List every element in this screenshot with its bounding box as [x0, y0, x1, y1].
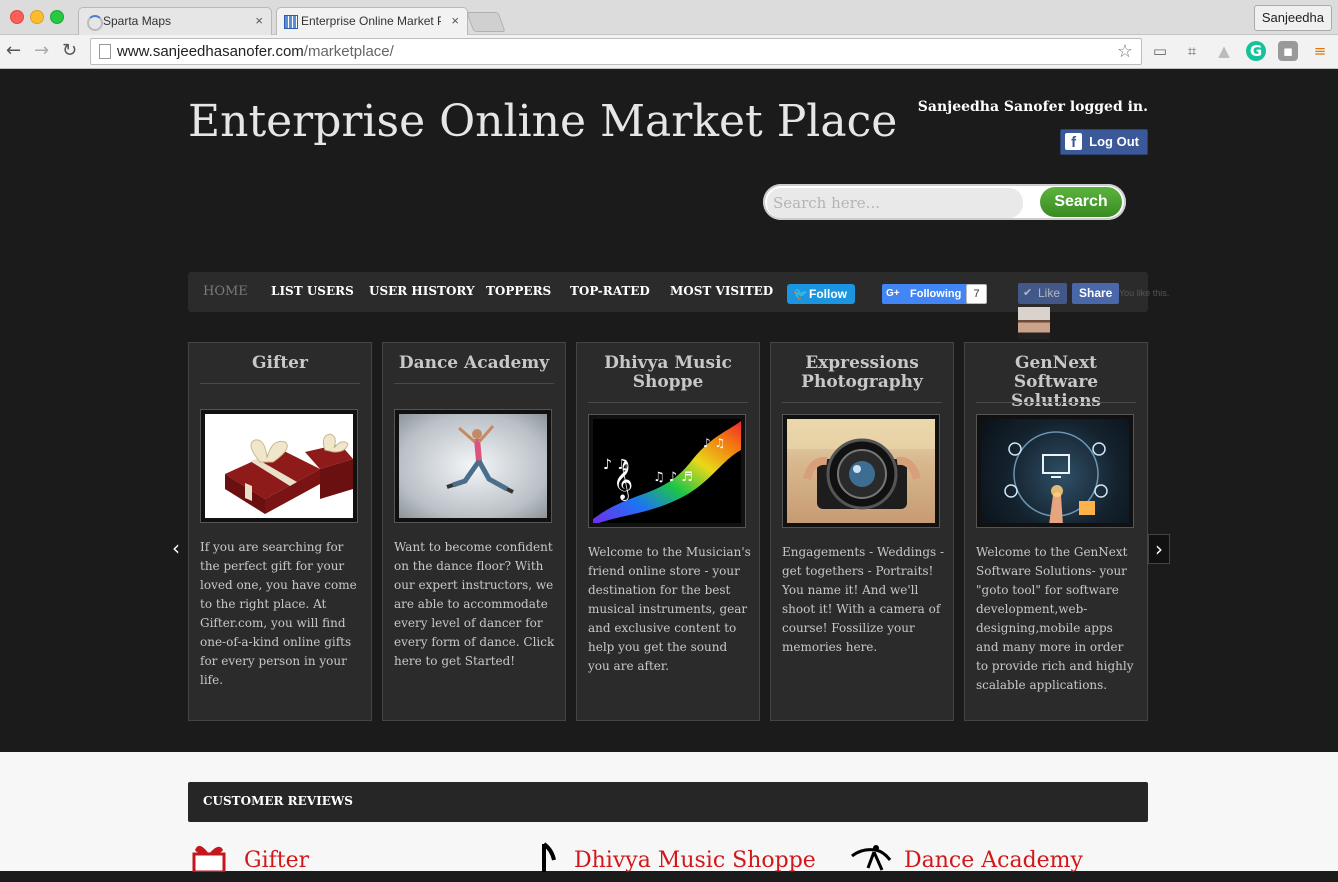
nav-top-rated[interactable]: TOP-RATED [570, 284, 650, 298]
twitter-follow-button[interactable]: 🐦 Follow [787, 284, 855, 304]
card-title[interactable]: Dhivya Music Shoppe [587, 354, 749, 392]
facebook-icon: f [1065, 133, 1083, 151]
facebook-like-button[interactable]: ✔ Like [1018, 283, 1068, 304]
maximize-window-button[interactable] [50, 10, 64, 24]
svg-text:♫ ♪ ♬: ♫ ♪ ♬ [653, 470, 693, 485]
back-arrow-icon[interactable]: ← [6, 40, 21, 61]
nav-most-visited[interactable]: MOST VISITED [670, 284, 773, 298]
close-icon[interactable]: × [451, 13, 459, 28]
card-description: Welcome to the Musician's friend online … [588, 545, 751, 673]
card-image[interactable] [394, 409, 552, 523]
forward-arrow-icon[interactable]: → [34, 40, 49, 61]
browser-toolbar: ← → ↻ www.sanjeedhasanofer.com/marketpla… [0, 35, 1338, 69]
avatar [1018, 307, 1050, 339]
section-heading: CUSTOMER REVIEWS [203, 794, 353, 808]
drive-icon[interactable]: ▲ [1214, 41, 1234, 61]
logout-label: Log Out [1089, 134, 1139, 149]
twitter-follow-label: Follow [809, 287, 847, 301]
screenshot-icon[interactable]: ⌗ [1182, 41, 1202, 61]
search-button[interactable]: Search [1040, 187, 1122, 217]
card-description: Engagements - Weddings - get togethers -… [782, 545, 945, 654]
facebook-like-label: Like [1038, 286, 1061, 300]
slider-prev-button[interactable]: ‹ [166, 534, 186, 562]
gift-box-image [205, 414, 353, 518]
minimize-window-button[interactable] [30, 10, 44, 24]
divider [394, 383, 554, 384]
technology-image [981, 419, 1129, 523]
card-image[interactable] [200, 409, 358, 523]
facebook-like-hint: You like this. [1119, 288, 1170, 298]
cast-icon[interactable]: ▭ [1150, 41, 1170, 61]
store-card-gennext-software-solutions[interactable]: GenNext Software Solutions Welcome to th… [964, 342, 1148, 721]
tab-title: Enterprise Online Market Pl [301, 14, 441, 28]
close-window-button[interactable] [10, 10, 24, 24]
svg-text:♪ ♫: ♪ ♫ [703, 436, 725, 450]
new-tab-button[interactable] [466, 12, 506, 32]
music-note-icon [518, 842, 562, 872]
card-image[interactable] [782, 414, 940, 528]
extension-icon[interactable]: ▪ [1278, 41, 1298, 61]
review-store-name[interactable]: Gifter [244, 848, 309, 873]
logged-in-status: Sanjeedha Sanofer logged in. [917, 99, 1148, 115]
tab-title: Sparta Maps [103, 14, 172, 28]
card-title[interactable]: Gifter [199, 354, 361, 373]
svg-text:♪ ♫: ♪ ♫ [603, 457, 629, 473]
divider [976, 402, 1136, 403]
card-title[interactable]: Expressions Photography [781, 354, 943, 392]
card-image[interactable] [976, 414, 1134, 528]
card-image[interactable]: 𝄞 ♪ ♫ ♫ ♪ ♬ ♪ ♫ [588, 414, 746, 528]
profile-button[interactable]: Sanjeedha [1253, 5, 1332, 31]
google-plus-label: Following [910, 288, 962, 300]
customer-reviews-header: CUSTOMER REVIEWS [188, 782, 1148, 822]
card-description: If you are searching for the perfect gif… [200, 540, 357, 687]
tab-marketplace[interactable]: Enterprise Online Market Pl × [276, 7, 468, 35]
nav-toppers[interactable]: TOPPERS [486, 284, 551, 298]
site-title: Enterprise Online Market Place [188, 96, 898, 147]
google-plus-icon: G+ [886, 288, 900, 299]
facebook-logout-button[interactable]: f Log Out [1060, 129, 1148, 155]
review-store-name[interactable]: Dance Academy [904, 848, 1083, 873]
card-description: Want to become confident on the dance fl… [394, 540, 555, 668]
card-description: Welcome to the GenNext Software Solution… [976, 545, 1134, 692]
google-plus-count: 7 [966, 284, 987, 304]
store-card-gifter[interactable]: Gifter If you are searching for the perf… [188, 342, 372, 721]
music-notes-image: 𝄞 ♪ ♫ ♫ ♪ ♬ ♪ ♫ [593, 419, 741, 523]
divider [200, 383, 360, 384]
check-icon: ✔ [1023, 287, 1033, 299]
divider [782, 402, 942, 403]
grammarly-icon[interactable]: G [1246, 41, 1266, 61]
facebook-share-button[interactable]: Share [1072, 283, 1120, 304]
divider [588, 402, 748, 403]
site-favicon-icon [284, 15, 298, 29]
close-icon[interactable]: × [255, 13, 263, 28]
google-plus-following-button[interactable]: G+ Following [882, 284, 972, 304]
store-card-expressions-photography[interactable]: Expressions Photography Engagements - We… [770, 342, 954, 721]
url-text: www.sanjeedhasanofer.com/marketplace/ [117, 43, 394, 60]
dancer-image [399, 414, 547, 518]
nav-list-users[interactable]: LIST USERS [271, 284, 354, 298]
gift-icon [188, 842, 232, 874]
card-title[interactable]: Dance Academy [393, 354, 555, 373]
search-input[interactable] [767, 188, 1023, 218]
reload-icon[interactable]: ↻ [62, 40, 77, 61]
browser-tab-bar: Sparta Maps × Enterprise Online Market P… [0, 0, 1338, 35]
page-icon [99, 44, 111, 59]
tab-sparta-maps[interactable]: Sparta Maps × [78, 7, 272, 35]
dancer-icon [848, 842, 892, 872]
bookmark-star-icon[interactable]: ☆ [1117, 39, 1133, 64]
address-bar[interactable]: www.sanjeedhasanofer.com/marketplace/ ☆ [90, 38, 1142, 65]
search-box: Search [763, 184, 1126, 220]
review-store-name[interactable]: Dhivya Music Shoppe [574, 848, 816, 873]
nav-home[interactable]: HOME [203, 284, 248, 299]
store-card-dance-academy[interactable]: Dance Academy Want to become confident o… [382, 342, 566, 721]
nav-user-history[interactable]: USER HISTORY [369, 284, 475, 298]
loading-spinner-icon [87, 15, 103, 31]
twitter-bird-icon: 🐦 [793, 287, 808, 301]
slider-next-button[interactable]: › [1148, 534, 1170, 564]
main-nav: HOME LIST USERS USER HISTORY TOPPERS TOP… [188, 272, 1169, 312]
menu-icon[interactable]: ≡ [1310, 41, 1330, 61]
store-card-dhivya-music-shoppe[interactable]: Dhivya Music Shoppe 𝄞 ♪ ♫ ♫ ♪ ♬ ♪ ♫ Welc… [576, 342, 760, 721]
photographer-image [787, 419, 935, 523]
